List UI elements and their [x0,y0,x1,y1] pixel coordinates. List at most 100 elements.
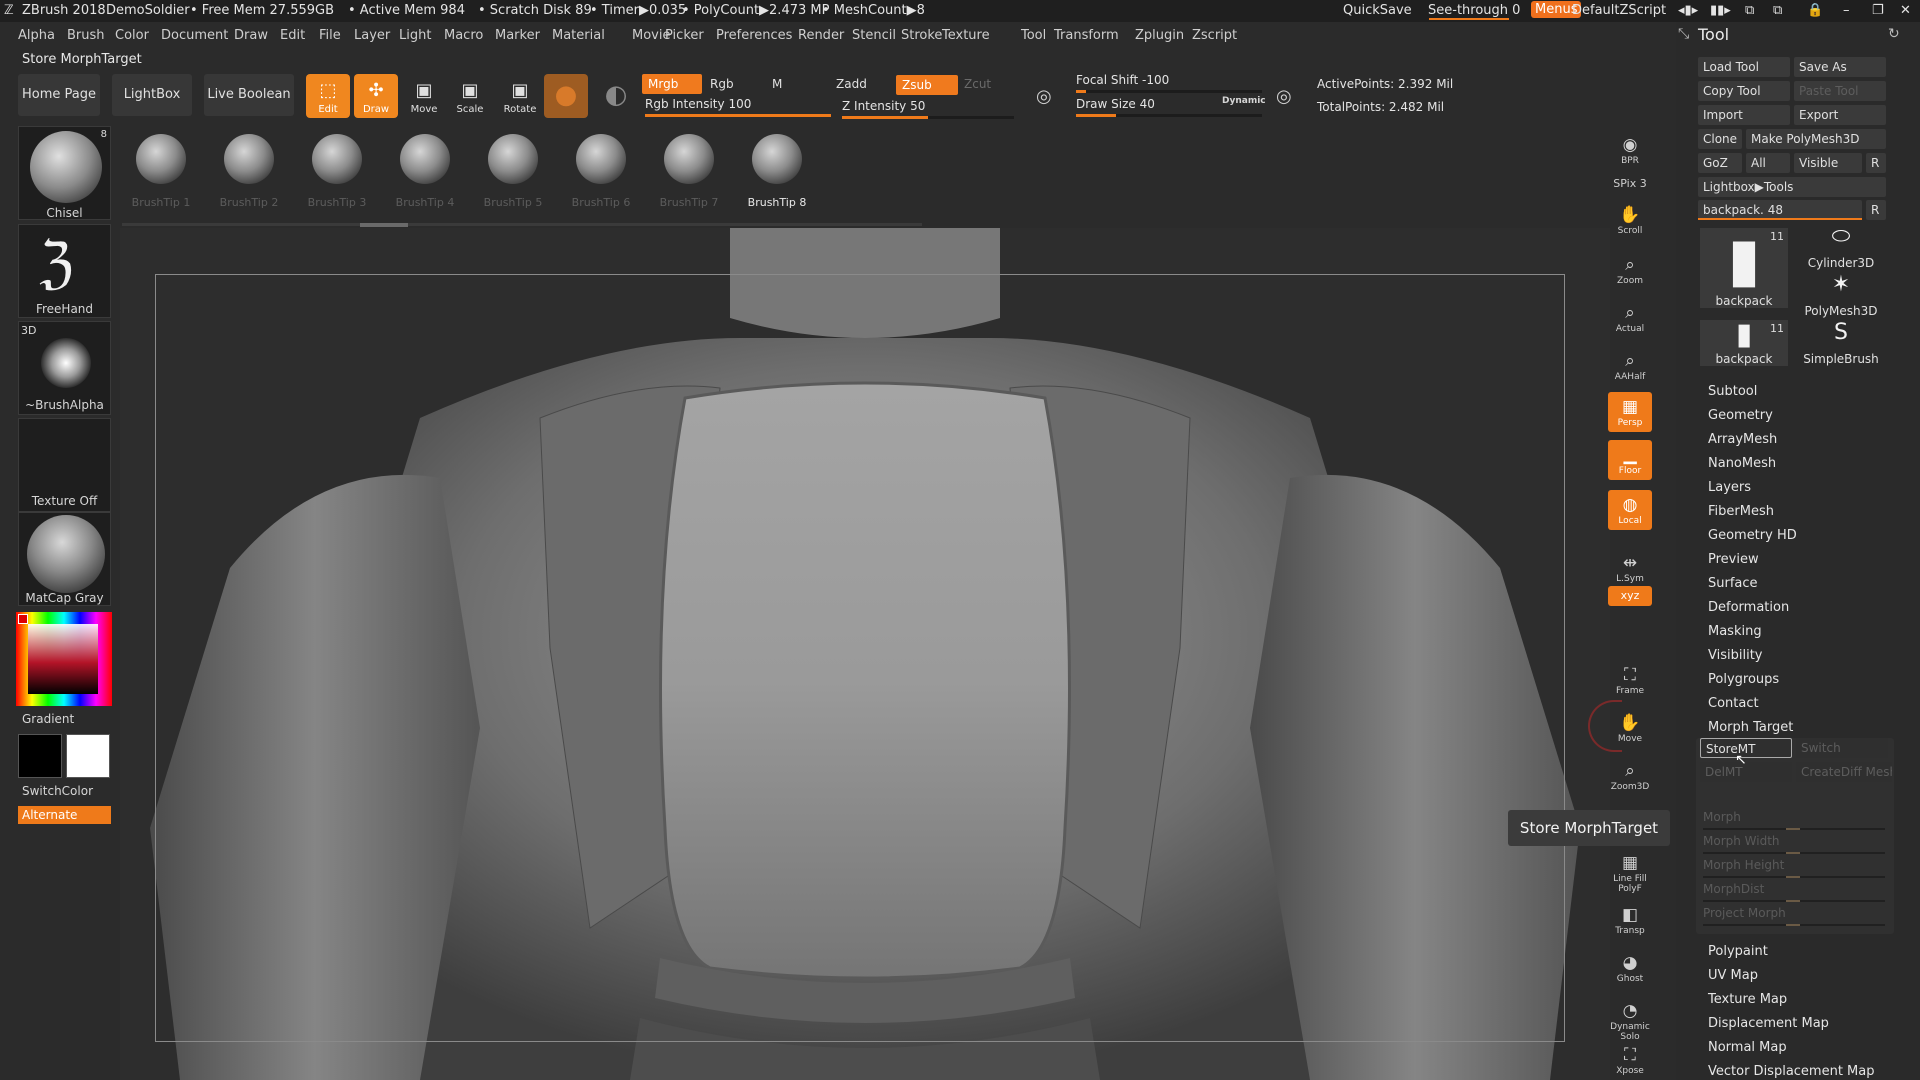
window-layout-icon[interactable]: ⧉ [1745,3,1754,18]
alternate-button[interactable]: Alternate [18,806,111,824]
material-swatch-button[interactable]: ● [544,74,588,118]
menu-color[interactable]: Color [115,28,149,43]
brushtip-5-thumb[interactable] [488,134,538,184]
morph-height-slider-knob[interactable] [1786,876,1800,878]
goz-r-button[interactable]: R [1866,153,1886,173]
aahalf-button[interactable]: ⌕ AAHalf [1608,346,1652,386]
morphdist-slider-knob[interactable] [1786,900,1800,902]
section-fibermesh[interactable]: FiberMesh [1708,504,1774,519]
morph-height-slider-label[interactable]: Morph Height [1703,858,1784,872]
brushtip-scrollbar[interactable] [122,223,922,226]
switch-button[interactable]: Switch [1796,738,1888,758]
section-nanomesh[interactable]: NanoMesh [1708,456,1776,471]
zcut-toggle[interactable]: Zcut [958,74,998,94]
section-deformation[interactable]: Deformation [1708,600,1789,615]
spix-3-button[interactable]: SPix 3 [1608,174,1652,194]
menu-render[interactable]: Render [798,28,844,43]
maximize-icon[interactable]: ❐ [1872,3,1884,18]
draw-button[interactable]: ✣ Draw [354,74,398,118]
section-contact[interactable]: Contact [1708,696,1759,711]
creatediff-button[interactable]: CreateDiff Mesh [1796,762,1892,782]
quicksave-button[interactable]: QuickSave [1343,3,1412,18]
section-polypaint[interactable]: Polypaint [1708,944,1768,959]
brushtip-8-thumb[interactable] [752,134,802,184]
section-geometry[interactable]: Geometry [1708,408,1773,423]
tool-pin-icon[interactable]: ⤡ [1678,26,1689,42]
dynamic-solo-button[interactable]: ◔ Dynamic Solo [1608,996,1652,1042]
paste-tool-button[interactable]: Paste Tool [1794,81,1886,101]
section-surface[interactable]: Surface [1708,576,1758,591]
clone-button[interactable]: Clone [1698,129,1742,149]
menu-zscript[interactable]: Zscript [1192,28,1237,43]
frame-button[interactable]: ⛶ Frame [1608,660,1652,700]
layout-icon[interactable]: ◂▮▸ [1678,3,1698,18]
persp-button[interactable]: ▦ Persp [1608,392,1652,432]
goz-button[interactable]: GoZ [1698,153,1742,173]
menu-document[interactable]: Document [161,28,228,43]
zsub-toggle[interactable]: Zsub [896,75,958,95]
brushtip-4-thumb[interactable] [400,134,450,184]
menu-stencil[interactable]: Stencil [852,28,896,43]
tool-thumb-backpack-1[interactable]: ▮ backpack 11 [1700,228,1788,308]
bpr-button[interactable]: ◉ BPR [1608,130,1652,170]
close-icon[interactable]: ✕ [1900,3,1911,18]
menu-light[interactable]: Light [399,28,431,43]
menu-stroke[interactable]: Stroke [901,28,942,43]
save-as-button[interactable]: Save As [1794,57,1886,77]
rgb-intensity-slider[interactable]: Rgb Intensity 100 [645,97,751,111]
brushtip-scroll-thumb[interactable] [360,223,408,227]
zoom3d-button[interactable]: ⌕ Zoom3D [1608,756,1652,796]
secondary-color-swatch[interactable] [18,734,62,778]
project-morph-slider-label[interactable]: Project Morph [1703,906,1786,920]
menu-texture[interactable]: Texture [942,28,990,43]
z-intensity-slider[interactable]: Z Intensity 50 [842,99,925,113]
floor-button[interactable]: ▁ Floor [1608,440,1652,480]
morphdist-slider-label[interactable]: MorphDist [1703,882,1764,896]
lightbox-tools-button[interactable]: Lightbox▶Tools [1698,177,1886,197]
tool-thumb-polymesh3d-3[interactable]: ✶ PolyMesh3D [1796,272,1886,318]
menu-marker[interactable]: Marker [495,28,540,43]
goz-all-button[interactable]: All [1746,153,1790,173]
focal-shift-slider[interactable]: Focal Shift -100 [1076,73,1169,87]
section-preview[interactable]: Preview [1708,552,1759,567]
tool-thumb-backpack-4[interactable]: ▮ backpack 11 [1700,320,1788,366]
morph-slider-knob[interactable] [1786,828,1800,830]
menu-file[interactable]: File [319,28,341,43]
gradient-swatch-button[interactable]: ◐ [594,74,638,118]
m-toggle[interactable]: M [766,74,796,94]
color-picker[interactable] [16,612,112,706]
menu-tool[interactable]: Tool [1021,28,1046,43]
tool-thumb-cylinder3d-2[interactable]: ⬭ Cylinder3D [1796,224,1886,270]
dynamic-toggle[interactable]: Dynamic [1222,96,1266,106]
section-arraymesh[interactable]: ArrayMesh [1708,432,1777,447]
section-polygroups[interactable]: Polygroups [1708,672,1779,687]
live-boolean-button[interactable]: Live Boolean [204,74,294,116]
menu-layer[interactable]: Layer [354,28,390,43]
morph-width-slider-label[interactable]: Morph Width [1703,834,1780,848]
tool-panel-reset-icon[interactable]: ↻ [1888,26,1900,42]
menu-draw[interactable]: Draw [234,28,268,43]
section-layers[interactable]: Layers [1708,480,1751,495]
line-fill-polyf-button[interactable]: ▦ Line Fill PolyF [1608,848,1652,894]
copy-tool-button[interactable]: Copy Tool [1698,81,1790,101]
section-masking[interactable]: Masking [1708,624,1762,639]
make-polymesh-button[interactable]: Make PolyMesh3D [1746,129,1886,149]
goz-visible-button[interactable]: Visible [1794,153,1862,173]
switchcolor-label[interactable]: SwitchColor [18,784,111,798]
section-texture-map[interactable]: Texture Map [1708,992,1787,1007]
xpose-button[interactable]: ⛶ Xpose [1608,1040,1652,1080]
rotate-button[interactable]: ▣ Rotate [498,74,542,118]
xyz-button[interactable]: xyz [1608,586,1652,606]
l-sym-button[interactable]: ⇹ L.Sym [1608,548,1652,588]
brushtip-6-thumb[interactable] [576,134,626,184]
scroll-button[interactable]: ✋ Scroll [1608,200,1652,240]
section-geometry-hd[interactable]: Geometry HD [1708,528,1797,543]
main-color-swatch[interactable] [66,734,110,778]
lock-icon[interactable]: 🔒 [1807,3,1823,18]
zoom-button[interactable]: ⌕ Zoom [1608,250,1652,290]
section-morph-target[interactable]: Morph Target [1708,720,1793,735]
zadd-toggle[interactable]: Zadd [830,74,880,94]
actual-button[interactable]: ⌕ Actual [1608,298,1652,338]
brushtip-7-thumb[interactable] [664,134,714,184]
move-button[interactable]: ✋ Move [1608,708,1652,748]
